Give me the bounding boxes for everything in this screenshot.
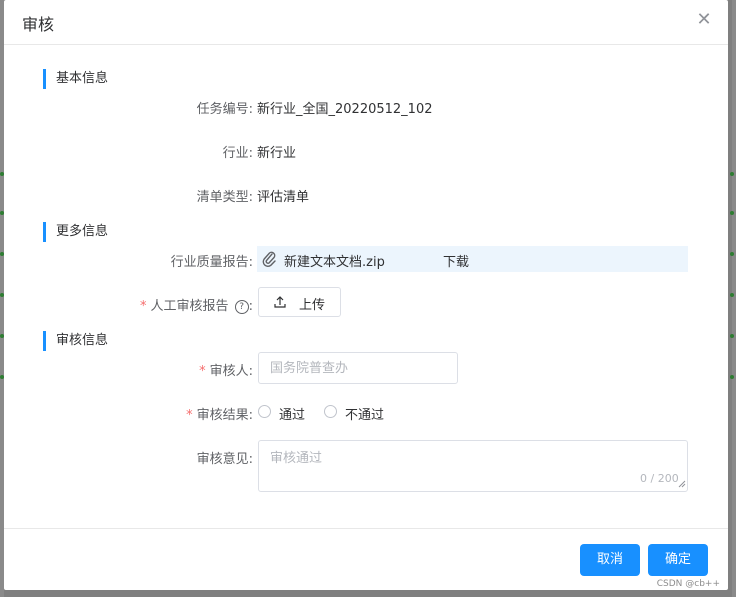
paperclip-icon (262, 251, 276, 268)
background-status-dot (730, 293, 734, 297)
help-circle-icon[interactable]: ? (234, 300, 249, 314)
dialog-footer (4, 528, 728, 529)
manual-report-label-text: 人工审核报告 (150, 299, 229, 314)
review-result-label-text: 审核结果: (196, 408, 253, 423)
background-status-dot (730, 334, 734, 338)
task-number-value: 新行业_全国_20220512_102 (257, 102, 433, 117)
manual-report-label: * 人工审核报告 ?: (140, 295, 253, 314)
cancel-button[interactable]: 取消 (580, 544, 640, 576)
watermark: CSDN @cb++ (656, 579, 720, 589)
opinion-textarea[interactable] (258, 440, 688, 492)
list-type-label: 清单类型: (196, 190, 253, 205)
radio-fail-label: 不通过 (345, 408, 385, 423)
opinion-label: 审核意见: (196, 452, 253, 467)
radio-circle[interactable] (258, 405, 271, 418)
review-dialog: 审核 ✕ 基本信息 任务编号: 新行业_全国_20220512_102 行业: … (4, 0, 728, 590)
reviewer-label: * 审核人: (199, 360, 253, 379)
required-mark: * (199, 364, 206, 379)
section-title-basic: 基本信息 (43, 69, 108, 89)
word-count: 0 / 200 (640, 472, 679, 485)
attachment-file-name[interactable]: 新建文本文档.zip (284, 251, 385, 270)
background-page-right (732, 0, 736, 597)
background-status-dot (730, 375, 734, 379)
list-type-value: 评估清单 (257, 190, 310, 205)
industry-label: 行业: (222, 146, 253, 161)
download-link[interactable]: 下载 (443, 251, 469, 270)
radio-pass-label: 通过 (279, 408, 306, 423)
reviewer-label-text: 审核人: (209, 364, 253, 379)
radio-circle[interactable] (324, 405, 337, 418)
file-attachment-row: 新建文本文档.zip 下载 (257, 246, 688, 272)
background-status-dot (730, 252, 734, 256)
required-mark: * (186, 408, 193, 423)
background-status-dot (730, 172, 734, 176)
upload-icon (274, 296, 286, 308)
required-mark: * (139, 299, 147, 314)
reviewer-input[interactable] (258, 352, 458, 384)
section-title-review: 审核信息 (43, 331, 108, 351)
confirm-button[interactable]: 确定 (648, 544, 708, 576)
task-number-label: 任务编号: (196, 102, 253, 117)
close-icon[interactable]: ✕ (694, 10, 714, 30)
upload-button[interactable]: 上传 (258, 287, 341, 317)
upload-button-label: 上传 (299, 298, 326, 313)
resize-grip-icon[interactable] (676, 478, 686, 488)
review-result-label: * 审核结果: (186, 404, 253, 423)
dialog-header: 审核 ✕ (4, 0, 728, 45)
industry-value: 新行业 (257, 146, 297, 161)
section-title-more: 更多信息 (43, 222, 108, 242)
dialog-title: 审核 (22, 15, 55, 34)
quality-report-label: 行业质量报告: (170, 255, 253, 270)
manual-report-colon: : (248, 299, 253, 314)
background-status-dot (730, 211, 734, 215)
